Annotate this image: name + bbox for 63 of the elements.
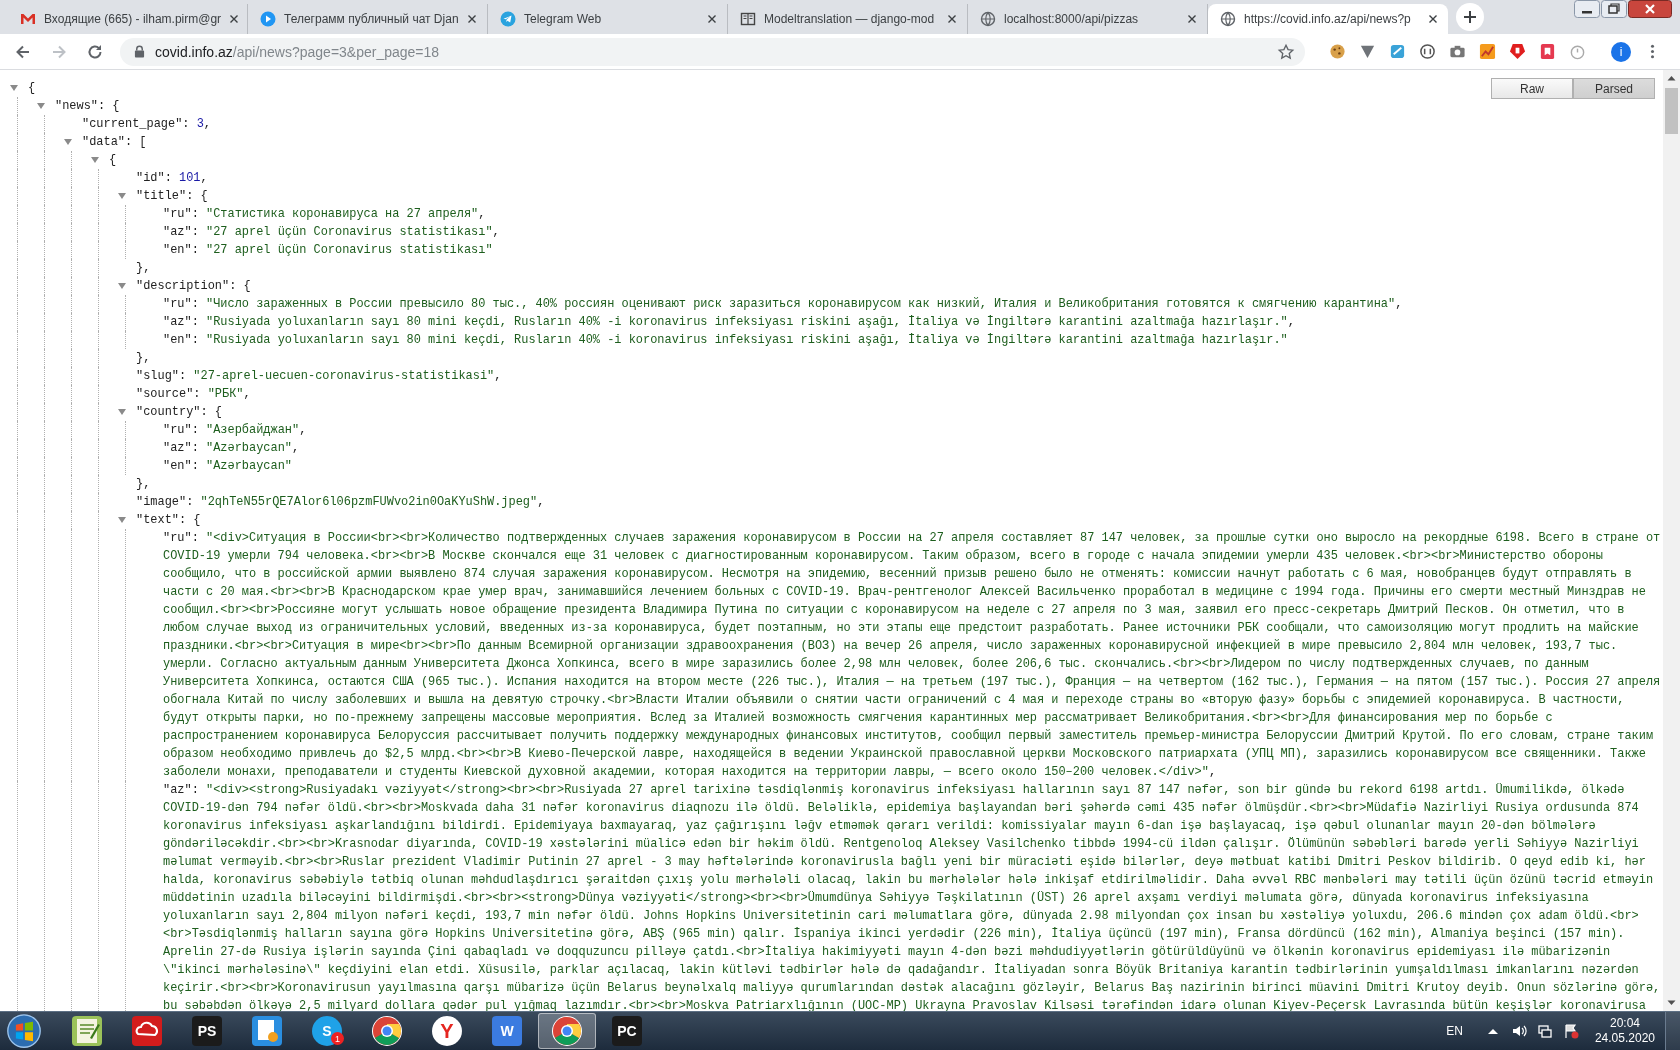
- json-entry: "ru": "Статистика коронавируса на 27 апреля",: [163, 206, 487, 223]
- tab-title: https://covid.info.az/api/news?p: [1244, 12, 1412, 26]
- json-brace: {: [243, 279, 251, 293]
- json-brace: {: [112, 99, 120, 113]
- browser-tab[interactable]: Телеграмм публичный чат Djan: [248, 4, 488, 34]
- json-entry: "source": "РБК",: [136, 386, 252, 403]
- json-entry: "image": "2qhTeN55rQE7Alor6l06pzmFUWvo2in0OaKYuShW.jpeg",: [136, 494, 546, 511]
- json-entry: "en": "27 aprel üçün Coronavirus statistikası": [163, 242, 494, 259]
- tab-title: Telegram Web: [524, 12, 603, 26]
- profile-avatar[interactable]: i: [1611, 41, 1631, 62]
- json-brace: [: [139, 135, 147, 149]
- tab-title: localhost:8000/api/pizzas: [1004, 12, 1140, 26]
- clock-date[interactable]: 24.05.2020: [1594, 1031, 1655, 1046]
- json-entry: "az": "Rusiyada yoluxanların sayı 80 mini keçdi, Rusların 40% -i koronavirus infeksiyası riskini aşağı, İtaliya və İngiltərə karantini azaltmağa hazırlaşır.",: [163, 314, 1296, 331]
- taskbar-app[interactable]: S 1: [298, 1013, 356, 1049]
- app-logo: W: [500, 1023, 514, 1039]
- json-brace: {: [109, 153, 117, 167]
- app-logo: PS: [197, 1023, 217, 1039]
- json-key: "text":: [136, 513, 187, 527]
- taskbar-app[interactable]: W: [478, 1013, 536, 1049]
- view-mode-button[interactable]: Parsed: [1573, 78, 1655, 99]
- app-logo: S: [322, 1023, 332, 1039]
- view-mode-button[interactable]: Raw: [1491, 78, 1573, 99]
- json-brace: {: [193, 513, 201, 527]
- json-brace: },: [136, 477, 151, 491]
- json-key: "title":: [136, 189, 194, 203]
- address-bar[interactable]: covid.info.az/api/news?page=3&per_page=18: [120, 37, 1305, 66]
- json-entry: "ru": "Число зараженных в России превысило 80 тыс., 40% россиян оценивают риск заразиться коронавирусом как низкий, Италия и Великобритания готовятся к смягчению карантина",: [163, 296, 1404, 313]
- json-entry: "ru": "Азербайджан",: [163, 422, 308, 439]
- json-brace: {: [214, 405, 222, 419]
- json-entry: "slug": "27-aprel-uecuen-coronavirus-statistikasi",: [136, 368, 503, 385]
- language-indicator[interactable]: EN: [1446, 1024, 1463, 1038]
- json-key: "description":: [136, 279, 237, 293]
- browser-tab[interactable]: Modeltranslation — django-mod: [728, 4, 968, 34]
- json-entry: "en": "Rusiyada yoluxanların sayı 80 mini keçdi, Rusların 40% -i koronavirus infeksiyası riskini aşağı, İtaliya və İngiltərə karantini azaltmağa hazırlaşır.": [163, 332, 1289, 349]
- json-entry: "en": "Azərbaycan": [163, 458, 293, 475]
- browser-tab[interactable]: Входящие (665) - ilham.pirm@gr: [8, 4, 248, 34]
- json-entry: "az": "27 aprel üçün Coronavirus statistikası",: [163, 224, 501, 241]
- json-key: "news":: [55, 99, 106, 113]
- tab-title: Modeltranslation — django-mod: [764, 12, 936, 26]
- json-key: "data":: [82, 135, 133, 149]
- json-entry: "id": 101,: [136, 170, 209, 187]
- url-text: covid.info.az/api/news?page=3&per_page=18: [155, 43, 441, 60]
- browser-tab[interactable]: https://covid.info.az/api/news?p: [1208, 4, 1448, 34]
- app-logo: PC: [617, 1023, 637, 1039]
- json-key: "country":: [136, 405, 208, 419]
- taskbar-app[interactable]: Y: [418, 1013, 476, 1049]
- json-brace: {: [28, 81, 36, 95]
- browser-tab[interactable]: Telegram Web: [488, 4, 728, 34]
- tab-title: Телеграмм публичный чат Djan: [284, 12, 459, 26]
- tab-title: Входящие (665) - ilham.pirm@gr: [44, 12, 222, 26]
- taskbar-app[interactable]: PC: [598, 1013, 656, 1049]
- json-entry: "az": "<div><strong>Rusiyadakı vəziyyət</strong><br><br>Rusiyada 27 aprel tarixinə təsdiqlənmiş koronavirus infeksiyası hallarının sayı 87 147 nəfər, son bir gündə bu rekord 6198 artdı. Ümumilikdə, ölkədə COVID-19-dən 794 nəfər öldü.<br><br>Moskvada daha 31 nəfər koronavirus diaqnozu ilə öldü. Beləliklə, epidemiya başlayandan bəri şəhərdə cəmi 435 nəfər ölmüşdür.<br><br>Müdafiə Nazirliyi Rusiya ordusunda 874 koronavirus infeksiyası aşkarlandığını bildirdi. Epidemiyaya baxmayaraq, yaz çağırışını ləğv etməmək qərarı verildi: komissiyalar mayın 6-dan işə başlayacaq, işə qəbul olunanlar mayın 20-dən bölmələrə göndəriləcəkdir.<br><br>Krasnodar diyarında, COVID-19 xəstələrini müalicə edən bir həkim öldü. Rentgenoloq Aleksey Vasilchenko tibbdə 1994-cü ildən çalışır. Ölümünün səbəbləri barədə yerli Səhiyyə Nazirliyi məlumat verməyib.<br><br>Ruslar prezident Vladimir Putinin 27 aprel - 3 may həftələrində koronavirusla bağlı yeni bir müraciəti eşidə bilərlər, deyə mətbuat katibi Dmitri Peskov bildirib. O qeyd edib ki, hər halda, koronavirus səbəbiylə tətbiq olunan məhdudlaşdırıcı şəraitdən çıxış yolu mərhələli olacaq, lakin bu mərhələlər hələ inkişaf etdirilməlidir. Daha əvvəl RBC mənbələri may tətili üçün özünü təcrid etməyin müddətinin uzadıla biləcəyini bildirmişdi.<br><br><strong>Dünya vəziyyəti</strong><br><br>Ümumdünya Səhiyyə Təşkilatının (ÜST) 26 aprel axşamı verdiyi məlumata görə, dünyada koronavirus infeksiyasına yoluxanların sayı 2,804 milyon nəfəri keçdi, 193,7 min nəfər öldü. Johns Hopkins Universitetinin cari məlumatlara görə, dünyada 2.98 milyondan çox insan bu xəstəliyə yoluxdu, 206.6 mindən çox adam öldü.<br><br>Təsdiqlənmiş halların sayına görə Hopkins Universitetinə görə, ABŞ (965 min) qalır. İspaniya ikinci yerdədir (226 min), İtaliya üçüncü (197 min), Fransa dördüncü (162 min), Almaniya beşinci (157 min). Aprelin 27-də Rusiya işlərin sayında Çini qabaqladı və doqquzuncu pilləyə çatdı.<br>İtaliya hakimiyyəti mayın 4-dən bəzi məhdudiyyətlərin götürüldüyünü və ölkənin koronavirus epidemiyası ilə mübarizənin \"ikinci mərhələsinə\" keçdiyini elan etdi. Xüsusilə, parklar açılacaq, lakin kütləvi tədbirlər hələ də qadağandır. İtaliyadan sonra Böyük Britaniya karantin tədbirlərinin yumşaldılması imkanlarını nəzərdən keçirir.<br><br>Koronavirusun yayılmasına qarşı mübarizə üçün Belarus beynəlxalq maliyyə qurumlarından dəstək alacağını gözləyir, Belarus Baş nazirinin birinci müavini Dmitri Krutoy deyib. Onun sözlərinə görə, bu səbəbdən ölkəyə 2,5 milyard dollara qədər pul yığmaq lazımdır.<br><br>Moskva Patriarxlığının (UOC-MP) Ukrayna Pravoslav Kilsəsi tərəfindən idarə olunan Kiyev-Peçersk Lavrasında bütün keşişlər koronavirusa: [163, 782, 1662, 1011]
- json-brace: },: [136, 261, 151, 275]
- taskbar-app[interactable]: PS: [178, 1013, 236, 1049]
- clock-time[interactable]: 20:04: [1609, 1016, 1640, 1031]
- json-brace: },: [136, 351, 151, 365]
- app-logo: Y: [440, 1019, 454, 1043]
- json-entry: "az": "Azərbaycan",: [163, 440, 301, 457]
- notification-badge: 1: [331, 1032, 344, 1045]
- json-entry: "current_page": 3,: [82, 116, 212, 133]
- json-brace: {: [200, 189, 208, 203]
- json-entry: "ru": "<div>Ситуация в России<br><br>Количество подтвержденных случаев заражения коронавирусом в России на 27 апреля составляет 87 147 человек, за прошлые сутки оно выросло на рекордные 6198. Всего в стране от COVID-19 умерли 794 человека.<br><br>В Москве скончался еще 31 человек с диагностированным коронавирусом. Таким образом, всего в городе с начала эпидемии умерли 435 человек.<br><br>Министерство обороны сообщило, что в российской армии выявлено 874 случая заражения коронавирусом. Несмотря на эпидемию, весенний призыв решено было не отменять: комиссии начнут работать с 6 мая, новобранцев будут отправлять в части с 20 мая.<br><br>В Краснодарском крае умер врач, занимавшийся лечением больных с COVID-19. Врач-рентгенолог Алексей Васильченко проработал в медицине с 1994 года. Причины его смерти местный Минздрав не сообщил.<br><br>Россияне могут услышать новое обращение президента Владимира Путина по ситуации с коронавирусом на неделе с 27 апреля по 3 мая, заявил его пресс-секретарь Дмитрий Песков. Он отметил, что в любом случае выход из ограничительных условий, введенных из-за коронавируса, будет поэтапным, но эти этапы еще предстоит разработать. Ранее источники РБК сообщали, что самоизоляцию могут продлить на майские праздники.<br><br>Ситуация в мире<br><br>По данным Всемирной организации здравоохранения (ВОЗ) на вечер 26 апреля, число зараженных коронавирусной инфекцией в мире превысило 2,804 млн человек, 193,7 тыс. умерли. Согласно актуальным данным Университета Джонса Хопкинса, всего в мире заразились более 2,98 млн человек, более 206,6 тыс. скончались.<br><br>Лидером по числу подтвержденных случаев, по данным Университета Хопкинса, остаются США (965 тыс.). Испания находится на втором месте (226 тыс.), Италия — на третьем (197 тыс.), Франция — на четвертом (162 тыс.), Германия — на пятом (157 тыс.). Россия 27 апреля обогнала Китай по числу заболевших и вышла на девятую строчку.<br>Власти Италии объявили о снятии части ограничений с 4 мая и переходе страны во «вторую фазу» борьбы с эпидемией коронавируса. В частности, будут открыты парки, но по-прежнему запрещены массовые мероприятия. Вслед за Италией возможность смягчения карантинных мер рассматривает Великобритания.<br><br>Для финансирования мер по борьбе с распространением коронавируса Белоруссия рассчитывает получить поддержку международных финансовых институтов, сообщил первый заместитель премьер-министра Белоруссии Дмитрий Крутой. По его словам, стране таким образом необходимо привлечь до $2,5 млрд.<br><br>В Киево-Печерской лавре, находящейся в ведении Украинской православной церкви Московского патриархата (УПЦ МП), заразились коронавирусом все священники. Также заболели монахи, преподаватели и студенты Киевской духовной академии, которая находится на территории лавры, — всего около 150–200 человек.</div>",: [163, 530, 1662, 781]
